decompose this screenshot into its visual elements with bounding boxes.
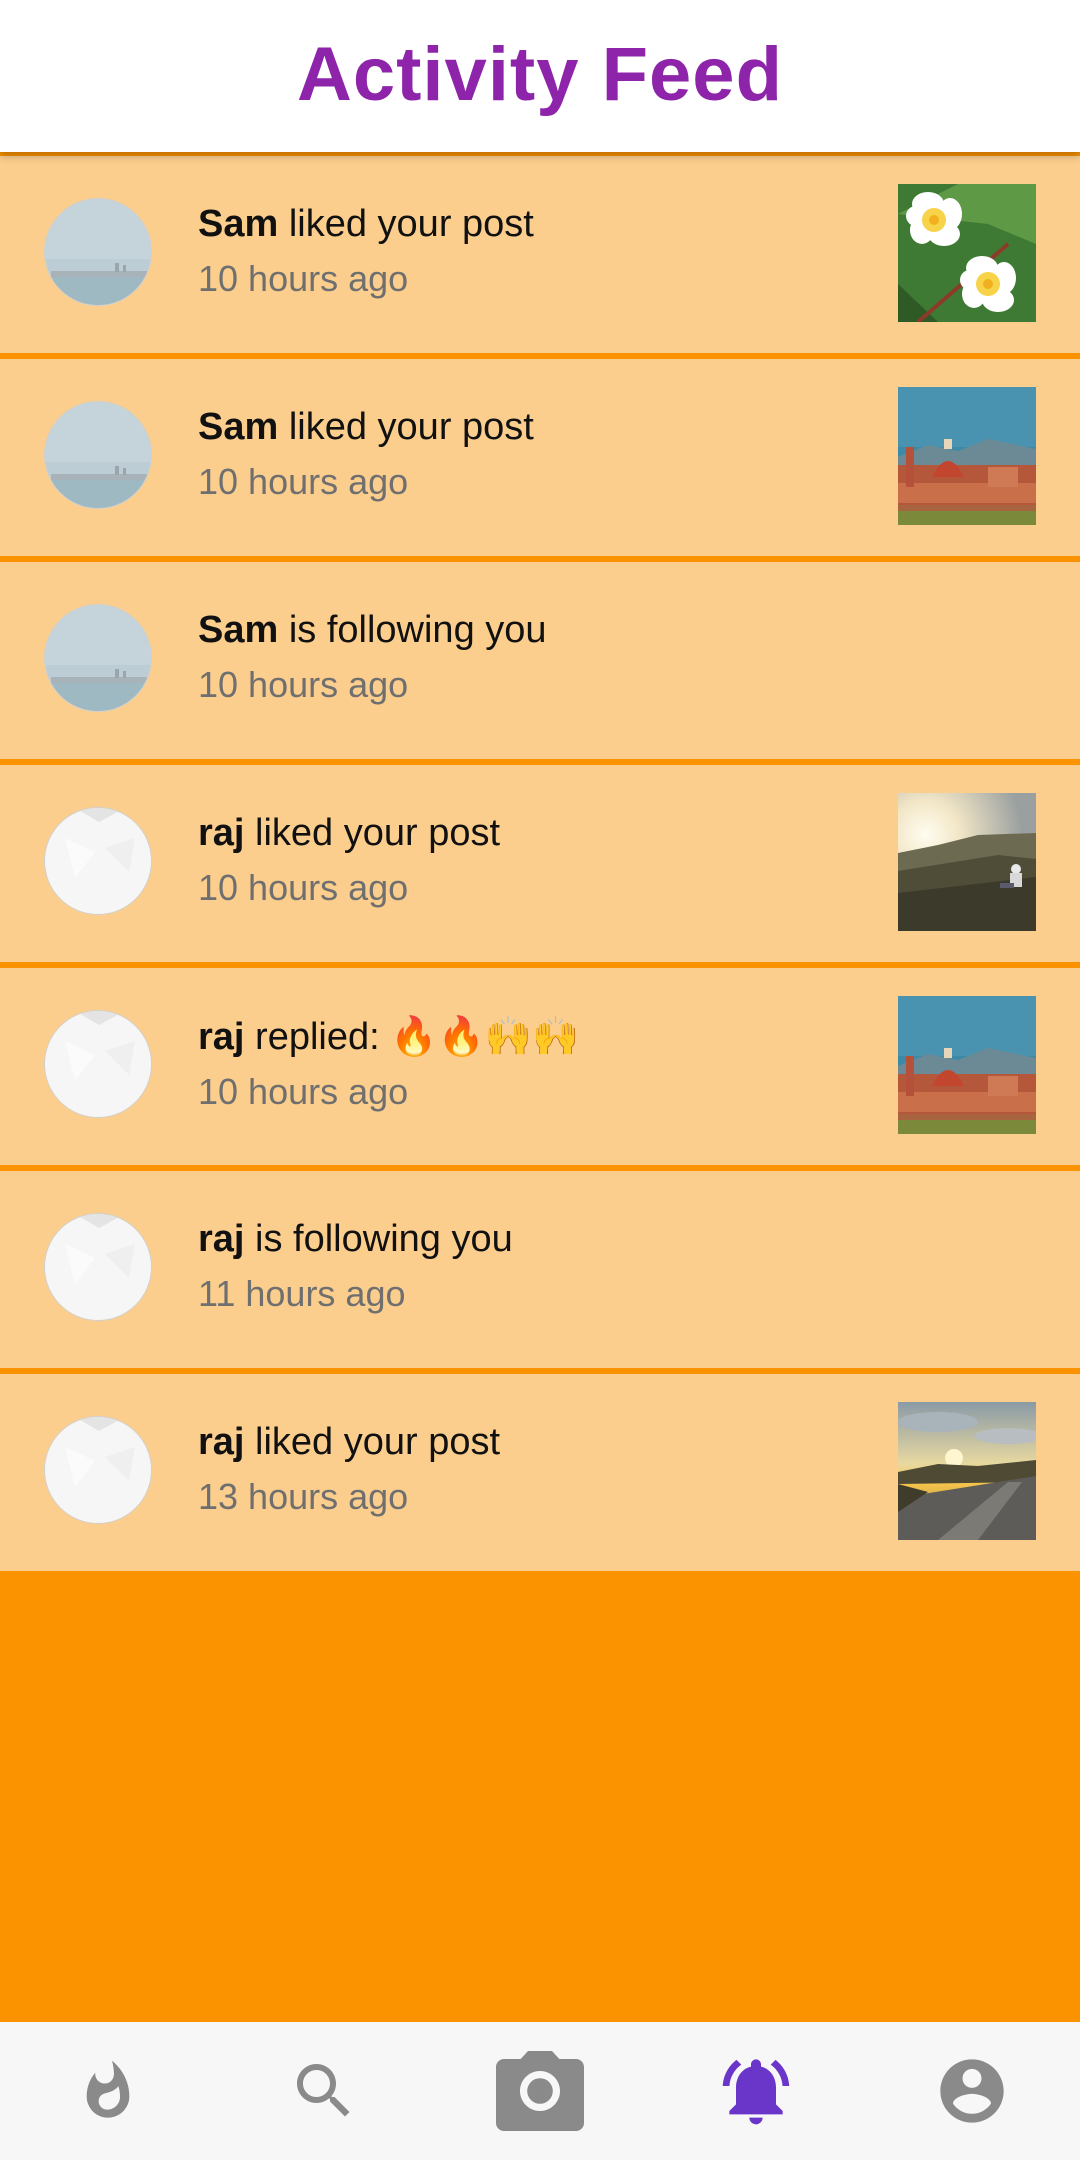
page-title: Activity Feed (296, 31, 784, 117)
nav-upload-button[interactable] (432, 2022, 648, 2160)
action-text: liked your post (278, 406, 534, 448)
search-icon (297, 2064, 350, 2117)
whatshot-icon (86, 2060, 130, 2118)
feed-item[interactable]: Sam is following you 10 hours ago (0, 562, 1080, 759)
nav-timeline-button[interactable] (0, 2022, 216, 2160)
bottom-navigation-bar (0, 2022, 1080, 2160)
feed-item-message: raj liked your post (198, 1420, 500, 1464)
action-text: is following you (244, 1218, 513, 1260)
feed-item-message: Sam liked your post (198, 405, 534, 449)
post-thumbnail[interactable] (898, 793, 1036, 931)
feed-item-message: raj liked your post (198, 811, 500, 855)
feed-item[interactable]: raj replied: 🔥🔥🙌🙌 10 hours ago (0, 968, 1080, 1165)
timestamp: 10 hours ago (198, 258, 409, 299)
feed-item[interactable]: raj liked your post 10 hours ago (0, 765, 1080, 962)
timestamp: 10 hours ago (198, 664, 409, 705)
post-thumbnail[interactable] (898, 1402, 1036, 1540)
feed-item-text: Sam liked your post 10 hours ago (198, 405, 534, 504)
username[interactable]: raj (198, 812, 244, 854)
action-text: is following you (278, 609, 547, 651)
feed-item-text: Sam liked your post 10 hours ago (198, 202, 534, 301)
feed-item[interactable]: Sam liked your post 10 hours ago (0, 359, 1080, 556)
post-thumbnail[interactable] (898, 387, 1036, 525)
post-thumbnail[interactable] (898, 184, 1036, 322)
username[interactable]: Sam (198, 406, 278, 448)
username[interactable]: raj (198, 1016, 244, 1058)
feed-item[interactable]: Sam liked your post 10 hours ago (0, 156, 1080, 353)
action-text: liked your post (244, 812, 501, 854)
feed-item-text: raj replied: 🔥🔥🙌🙌 10 hours ago (198, 1014, 580, 1114)
post-thumbnail[interactable] (898, 996, 1036, 1134)
nav-search-button[interactable] (216, 2022, 432, 2160)
feed-item[interactable]: raj is following you 11 hours ago (0, 1171, 1080, 1368)
username[interactable]: Sam (198, 203, 278, 245)
reply-emoji-text: 🔥🔥🙌🙌 (390, 1014, 580, 1058)
timestamp: 10 hours ago (198, 461, 409, 502)
avatar[interactable] (44, 198, 152, 306)
action-text: liked your post (278, 203, 534, 245)
nav-activity-feed-button[interactable] (648, 2022, 864, 2160)
feed-item-text: raj liked your post 13 hours ago (198, 1420, 500, 1519)
avatar[interactable] (44, 401, 152, 509)
camera-icon (496, 2051, 584, 2131)
avatar[interactable] (44, 1010, 152, 1118)
avatar[interactable] (44, 1213, 152, 1321)
nav-profile-button[interactable] (864, 2022, 1080, 2160)
activity-feed-list: Sam liked your post 10 hours ago Sam lik… (0, 156, 1080, 1577)
timestamp: 11 hours ago (198, 1273, 406, 1314)
feed-item-text: raj is following you 11 hours ago (198, 1217, 513, 1316)
avatar[interactable] (44, 1416, 152, 1524)
notifications-active-icon (722, 2059, 790, 2125)
empty-feed-area (0, 1573, 1080, 2022)
feed-item-message: Sam is following you (198, 608, 547, 652)
app-bar: Activity Feed (0, 0, 1080, 152)
feed-item-message: raj replied: 🔥🔥🙌🙌 (198, 1014, 580, 1059)
timestamp: 13 hours ago (198, 1476, 409, 1517)
timestamp: 10 hours ago (198, 1071, 409, 1112)
feed-item-text: Sam is following you 10 hours ago (198, 608, 547, 707)
action-text: replied: (244, 1016, 391, 1058)
username[interactable]: Sam (198, 609, 278, 651)
username[interactable]: raj (198, 1218, 244, 1260)
feed-item-message: raj is following you (198, 1217, 513, 1261)
account-circle-icon (940, 2059, 1004, 2123)
username[interactable]: raj (198, 1421, 244, 1463)
feed-item-text: raj liked your post 10 hours ago (198, 811, 500, 910)
avatar[interactable] (44, 604, 152, 712)
timestamp: 10 hours ago (198, 867, 409, 908)
avatar[interactable] (44, 807, 152, 915)
feed-item-message: Sam liked your post (198, 202, 534, 246)
action-text: liked your post (244, 1421, 501, 1463)
feed-item[interactable]: raj liked your post 13 hours ago (0, 1374, 1080, 1571)
